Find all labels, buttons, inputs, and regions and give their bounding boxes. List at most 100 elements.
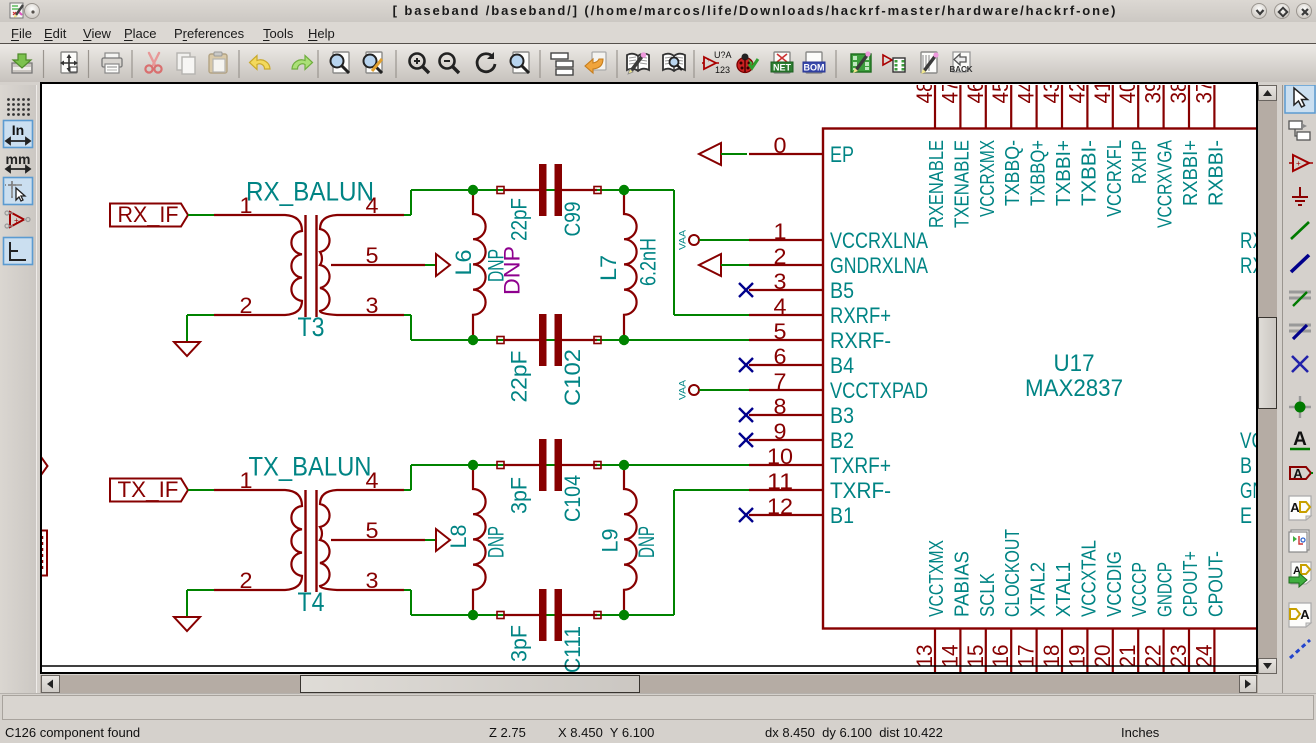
svg-text:VCCCP: VCCCP xyxy=(1129,562,1151,617)
svg-text:NET: NET xyxy=(773,63,792,73)
svg-text:43: 43 xyxy=(1039,85,1064,104)
svg-text:TXBBQ-: TXBBQ- xyxy=(1002,140,1024,206)
svg-text:BACK: BACK xyxy=(949,65,972,74)
svg-text:GN: GN xyxy=(1240,478,1256,503)
svg-text:A: A xyxy=(1293,429,1307,450)
svg-text:18: 18 xyxy=(1039,645,1064,668)
svg-text:10: 10 xyxy=(767,444,793,469)
svg-text:3pF: 3pF xyxy=(507,477,532,514)
svg-text:CPOUT+: CPOUT+ xyxy=(1180,551,1202,617)
svg-text:L8: L8 xyxy=(446,525,471,549)
svg-text:C104: C104 xyxy=(560,475,585,522)
svg-text:T3: T3 xyxy=(298,312,325,342)
svg-text:VCCRXFL: VCCRXFL xyxy=(1104,140,1126,217)
svg-text:TXBBQ+: TXBBQ+ xyxy=(1028,140,1050,206)
svg-text:20: 20 xyxy=(1090,645,1115,668)
svg-text:1: 1 xyxy=(774,219,787,244)
svg-text:47: 47 xyxy=(937,85,962,104)
svg-text:VAA: VAA xyxy=(678,380,688,400)
svg-text:A: A xyxy=(1300,607,1310,622)
svg-text:3: 3 xyxy=(774,269,787,294)
svg-text:42: 42 xyxy=(1064,85,1089,104)
svg-text:L9: L9 xyxy=(598,529,623,553)
svg-text:0: 0 xyxy=(774,133,787,158)
svg-text:RX: RX xyxy=(1240,253,1256,278)
svg-text:XTAL1: XTAL1 xyxy=(1053,562,1075,617)
svg-text:44: 44 xyxy=(1014,85,1039,104)
svg-text:B4: B4 xyxy=(830,353,854,378)
svg-text:12: 12 xyxy=(767,494,793,519)
svg-text:39: 39 xyxy=(1141,85,1166,104)
svg-text:RX: RX xyxy=(1240,228,1256,253)
svg-text:VCCRXVGA: VCCRXVGA xyxy=(1155,139,1177,228)
svg-text:5: 5 xyxy=(366,243,379,268)
svg-text:A: A xyxy=(1290,500,1300,515)
svg-text:DNP: DNP xyxy=(634,526,659,558)
svg-text:In: In xyxy=(12,122,24,138)
svg-text:TXENABLE: TXENABLE xyxy=(951,140,973,228)
svg-text:CPOUT-: CPOUT- xyxy=(1205,551,1227,617)
svg-text:24: 24 xyxy=(1191,645,1216,668)
svg-text:TX_IF: TX_IF xyxy=(118,477,179,502)
svg-text:RXBBI+: RXBBI+ xyxy=(1180,140,1202,206)
svg-text:5: 5 xyxy=(774,319,787,344)
svg-text:RXHP: RXHP xyxy=(1129,140,1151,184)
svg-text:22: 22 xyxy=(1141,645,1166,668)
svg-text:2: 2 xyxy=(774,244,787,269)
svg-text:23: 23 xyxy=(1166,645,1191,668)
svg-text:B: B xyxy=(1240,453,1252,478)
svg-text:L6: L6 xyxy=(451,250,476,276)
svg-text:U?A: U?A xyxy=(714,50,732,60)
svg-text:U17: U17 xyxy=(1054,350,1095,377)
svg-text:VAA: VAA xyxy=(678,230,688,250)
svg-text:MAX2837: MAX2837 xyxy=(1025,375,1123,402)
svg-text:16: 16 xyxy=(988,644,1013,667)
svg-text:E: E xyxy=(1240,503,1252,528)
svg-text:41: 41 xyxy=(1090,85,1115,104)
svg-text:3pF: 3pF xyxy=(507,625,532,662)
svg-text:40: 40 xyxy=(1115,85,1140,104)
svg-text:B2: B2 xyxy=(830,428,854,453)
svg-text:C99: C99 xyxy=(560,202,585,237)
svg-text:mm: mm xyxy=(6,151,31,167)
svg-text:TXRF+: TXRF+ xyxy=(830,453,891,478)
svg-text:4: 4 xyxy=(774,294,787,319)
svg-text:14: 14 xyxy=(937,645,962,668)
svg-text:13: 13 xyxy=(912,645,937,668)
svg-text:CLOCKOUT: CLOCKOUT xyxy=(1002,529,1024,617)
svg-text:BOM: BOM xyxy=(804,63,825,73)
svg-text:22pF: 22pF xyxy=(507,351,532,403)
svg-text:8: 8 xyxy=(774,394,787,419)
svg-text:3: 3 xyxy=(366,568,379,593)
svg-text:6: 6 xyxy=(774,344,787,369)
svg-text:B5: B5 xyxy=(830,278,854,303)
svg-text:9: 9 xyxy=(774,419,787,444)
svg-text:38: 38 xyxy=(1166,85,1191,104)
svg-text:45: 45 xyxy=(988,85,1013,103)
svg-text:DNP: DNP xyxy=(500,246,525,295)
svg-text:RXBBI-: RXBBI- xyxy=(1205,140,1227,206)
svg-text:RX_BALUN: RX_BALUN xyxy=(246,177,374,207)
svg-text:TXBBI+: TXBBI+ xyxy=(1053,140,1075,206)
svg-text:RXENABLE: RXENABLE xyxy=(926,140,948,228)
svg-text:C102: C102 xyxy=(560,349,585,406)
svg-text:VCCRXLNA: VCCRXLNA xyxy=(830,228,928,253)
svg-text:VCCDIG: VCCDIG xyxy=(1104,551,1126,617)
svg-text:SCLK: SCLK xyxy=(977,572,999,617)
svg-text:A: A xyxy=(1293,466,1303,481)
svg-text:+: + xyxy=(707,58,711,64)
svg-text:VC: VC xyxy=(1240,428,1256,453)
svg-text:+: + xyxy=(14,216,19,225)
svg-text:DNP: DNP xyxy=(484,526,509,558)
svg-text:123: 123 xyxy=(715,65,730,75)
svg-text:GNDCP: GNDCP xyxy=(1155,562,1177,617)
svg-text:+: + xyxy=(1296,159,1301,168)
svg-text:17: 17 xyxy=(1014,645,1039,668)
svg-text:VCCXTAL: VCCXTAL xyxy=(1078,540,1100,617)
svg-text:TXBBI-: TXBBI- xyxy=(1078,140,1100,206)
svg-text:VCCRXMX: VCCRXMX xyxy=(977,140,999,217)
svg-text:21: 21 xyxy=(1115,645,1140,668)
svg-text:5: 5 xyxy=(366,518,379,543)
svg-text:46: 46 xyxy=(963,85,988,104)
svg-text:GNDRXLNA: GNDRXLNA xyxy=(830,253,928,278)
